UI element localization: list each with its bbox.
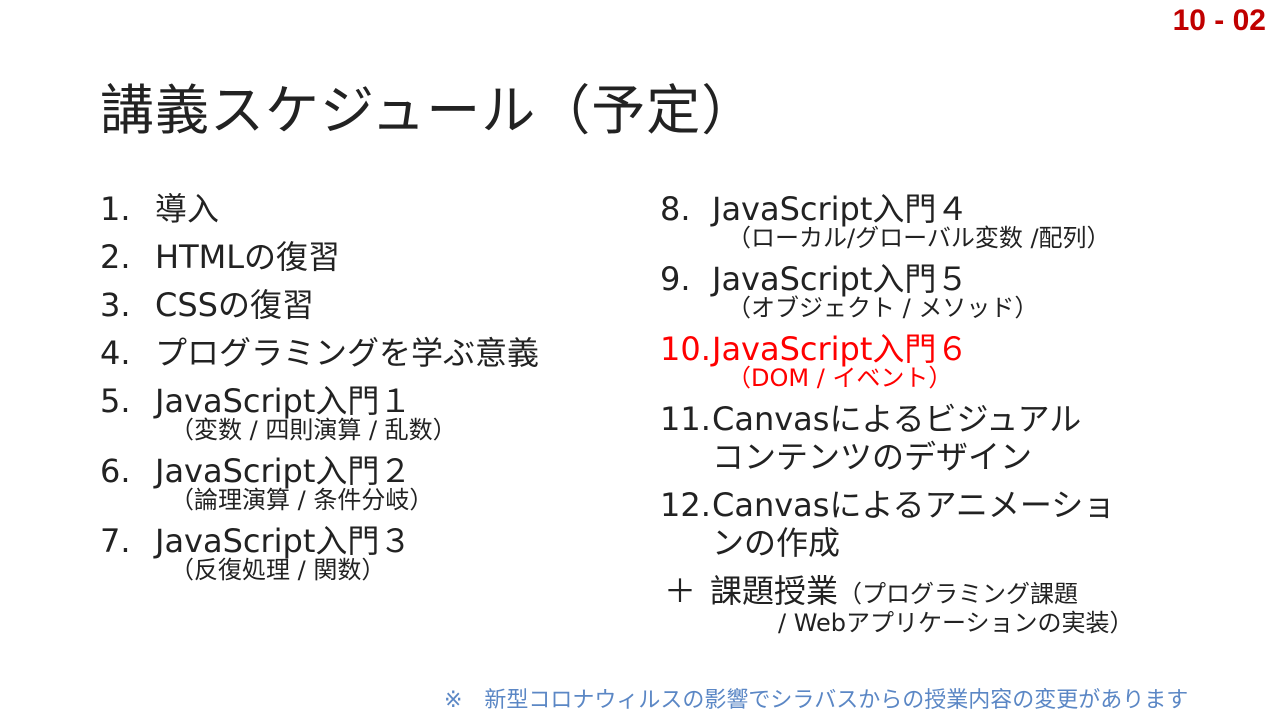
- list-item: 5. JavaScript入門１ （変数 / 四則演算 / 乱数）: [100, 382, 640, 442]
- list-item: 2. HTMLの復習: [100, 238, 640, 276]
- item-number: 1.: [100, 190, 131, 228]
- item-number: 8.: [660, 190, 691, 228]
- item-label: JavaScript入門２: [155, 452, 412, 490]
- item-label: JavaScript入門１: [155, 382, 412, 420]
- list-item-current: 10. JavaScript入門６ （DOM / イベント）: [660, 330, 1260, 390]
- footnote: ※ 新型コロナウィルスの影響でシラバスからの授業内容の変更があります: [444, 688, 1189, 713]
- item-label: JavaScript入門５: [712, 260, 969, 298]
- schedule-list-left: 1. 導入 2. HTMLの復習 3. CSSの復習 4. プログラミングを学ぶ…: [100, 190, 640, 592]
- item-label: プログラミングを学ぶ意義: [155, 334, 540, 372]
- item-number: 3.: [100, 286, 131, 324]
- item-label: 導入: [155, 190, 220, 228]
- item-label: JavaScript入門３: [155, 522, 412, 560]
- list-item: 12. Canvasによるアニメーショ ンの作成: [660, 486, 1260, 562]
- item-subtitle: （DOM / イベント）: [727, 364, 953, 392]
- list-item: 1. 導入: [100, 190, 640, 228]
- item-number: 12.: [660, 486, 711, 524]
- list-item: 7. JavaScript入門３ （反復処理 / 関数）: [100, 522, 640, 582]
- item-subtitle: （オブジェクト / メソッド）: [727, 294, 1039, 322]
- plus-icon: ＋: [664, 572, 697, 610]
- list-item: 4. プログラミングを学ぶ意義: [100, 334, 640, 372]
- item-number: 10.: [660, 330, 711, 368]
- item-label-continued: コンテンツのデザイン: [712, 438, 1033, 476]
- schedule-list-right: 8. JavaScript入門４ （ローカル/グローバル変数 /配列） 9. J…: [660, 190, 1260, 635]
- item-number: 7.: [100, 522, 131, 560]
- extra-subtitle-line1: （プログラミング課題: [838, 580, 1079, 608]
- list-item: 6. JavaScript入門２ （論理演算 / 条件分岐）: [100, 452, 640, 512]
- extra-label: 課題授業: [710, 572, 839, 610]
- item-label: JavaScript入門６: [712, 330, 969, 368]
- item-label: Canvasによるビジュアル: [712, 400, 1082, 438]
- item-number: 6.: [100, 452, 131, 490]
- extra-item: ＋ 課題授業（プログラミング課題 / Webアプリケーションの実装）: [660, 572, 1260, 635]
- list-item: 11. Canvasによるビジュアル コンテンツのデザイン: [660, 400, 1260, 476]
- item-number: 2.: [100, 238, 131, 276]
- extra-subtitle-line2: / Webアプリケーションの実装）: [778, 609, 1134, 637]
- list-item: 9. JavaScript入門５ （オブジェクト / メソッド）: [660, 260, 1260, 320]
- item-subtitle: （変数 / 四則演算 / 乱数）: [170, 416, 457, 444]
- item-number: 5.: [100, 382, 131, 420]
- item-label: CSSの復習: [155, 286, 314, 324]
- item-subtitle: （反復処理 / 関数）: [170, 556, 386, 584]
- item-label: HTMLの復習: [155, 238, 341, 276]
- item-label: JavaScript入門４: [712, 190, 969, 228]
- list-item: 8. JavaScript入門４ （ローカル/グローバル変数 /配列）: [660, 190, 1260, 250]
- item-number: 4.: [100, 334, 131, 372]
- item-subtitle: （ローカル/グローバル変数 /配列）: [727, 224, 1111, 252]
- item-number: 9.: [660, 260, 691, 298]
- slide-title: 講義スケジュール（予定）: [100, 79, 757, 142]
- item-number: 11.: [660, 400, 711, 438]
- item-subtitle: （論理演算 / 条件分岐）: [170, 486, 434, 514]
- item-label: Canvasによるアニメーショ: [712, 486, 1116, 524]
- item-label-continued: ンの作成: [712, 524, 841, 562]
- list-item: 3. CSSの復習: [100, 286, 640, 324]
- slide-number: 10 - 02: [1172, 4, 1266, 37]
